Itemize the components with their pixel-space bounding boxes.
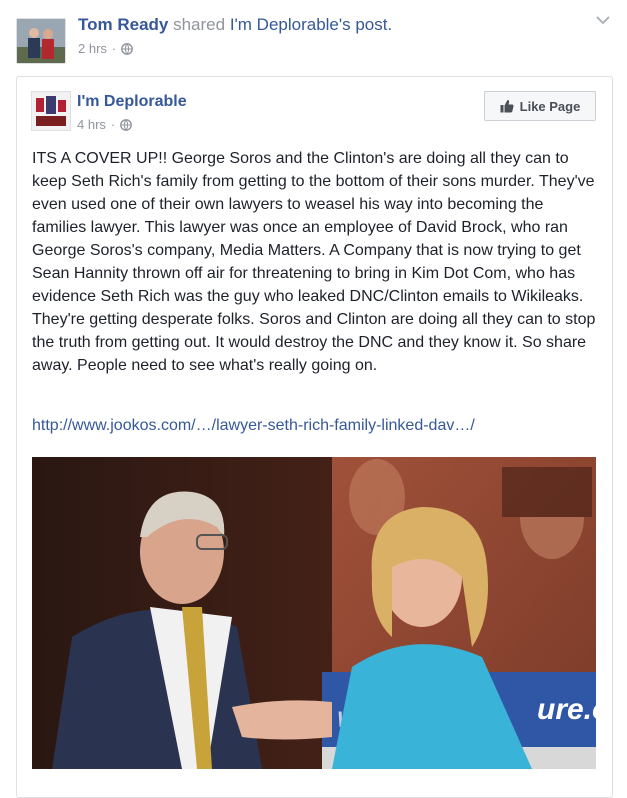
globe-icon[interactable] [120, 118, 133, 131]
share-attribution: Tom Ready shared I'm Deplorable's post. [78, 15, 392, 35]
shared-post-header: Tom Ready shared I'm Deplorable's post. … [0, 0, 627, 70]
page-name[interactable]: I'm Deplorable [77, 93, 187, 111]
globe-icon[interactable] [121, 42, 134, 55]
shared-timestamp[interactable]: 4 hrs [77, 117, 106, 132]
sharer-avatar-image [17, 19, 65, 63]
page-avatar[interactable] [31, 91, 71, 131]
shared-post-link[interactable]: I'm Deplorable's post. [230, 15, 392, 34]
like-page-label: Like Page [519, 98, 581, 114]
thumbs-up-icon [500, 100, 514, 113]
page-avatar-image [32, 92, 70, 130]
sharer-name[interactable]: Tom Ready [78, 15, 168, 34]
sharer-avatar[interactable] [16, 18, 66, 64]
like-page-button[interactable]: Like Page [484, 91, 596, 121]
post-body-text: ITS A COVER UP!! George Soros and the Cl… [32, 150, 596, 374]
chevron-down-icon[interactable] [595, 14, 611, 26]
shared-text: shared [168, 15, 230, 34]
outer-post-meta: 2 hrs · [78, 41, 134, 56]
meta-separator: · [111, 41, 117, 56]
article-link[interactable]: http://www.jookos.com/…/lawyer-seth-rich… [32, 417, 475, 435]
shared-post-meta: 4 hrs · [77, 117, 133, 132]
shared-post-card: I'm Deplorable 4 hrs · Like Page ITS A C… [16, 76, 613, 798]
outer-timestamp[interactable]: 2 hrs [78, 41, 107, 56]
meta-separator: · [110, 117, 116, 132]
post-photo-image: ure.or WW [32, 457, 596, 769]
banner-text: ure.or [537, 693, 596, 726]
post-photo[interactable]: ure.or WW [32, 457, 596, 769]
